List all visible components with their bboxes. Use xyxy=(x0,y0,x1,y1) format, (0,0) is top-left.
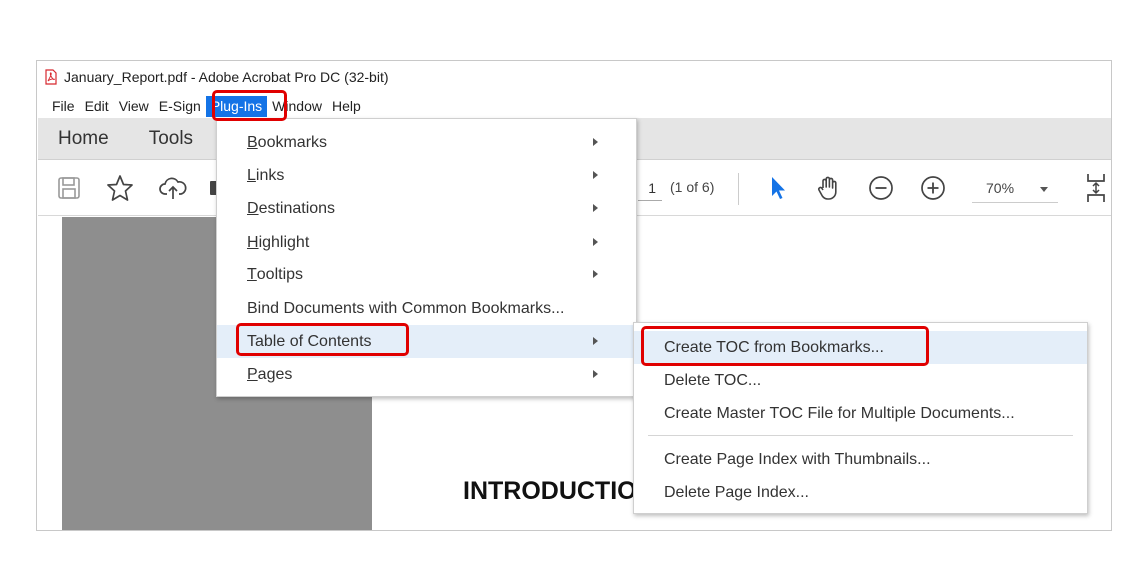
document-heading: INTRODUCTIO xyxy=(463,477,637,505)
plugins-menu: Bookmarks Links Destinations Highlight T… xyxy=(216,118,637,397)
menu-item-highlight[interactable]: Highlight xyxy=(217,226,636,259)
menu-item-bookmarks[interactable]: Bookmarks xyxy=(217,126,636,159)
zoom-in-icon xyxy=(921,176,945,200)
tab-tools[interactable]: Tools xyxy=(129,128,213,150)
zoom-out-button[interactable] xyxy=(866,173,896,203)
menu-help[interactable]: Help xyxy=(327,96,366,117)
menu-item-mnemonic: D xyxy=(247,199,259,217)
chevron-down-icon xyxy=(1040,187,1048,192)
menu-item-label: estinations xyxy=(258,199,336,217)
hand-icon xyxy=(818,176,837,200)
toc-submenu: Create TOC from Bookmarks... Delete TOC.… xyxy=(633,322,1088,514)
zoom-value: 70% xyxy=(986,180,1015,196)
menu-item-pages[interactable]: Pages xyxy=(217,358,636,391)
submenu-arrow-icon xyxy=(593,337,598,345)
menu-item-table-of-contents[interactable]: Table of Contents xyxy=(217,325,636,358)
pdf-file-icon xyxy=(45,69,57,85)
menu-item-label: ages xyxy=(257,365,293,383)
save-icon xyxy=(58,177,80,199)
menu-item-label: Delete Page Index... xyxy=(664,483,809,501)
menu-item-create-master-toc[interactable]: Create Master TOC File for Multiple Docu… xyxy=(634,397,1087,430)
menu-item-delete-page-index[interactable]: Delete Page Index... xyxy=(634,476,1087,509)
menu-item-label: Create Master TOC File for Multiple Docu… xyxy=(664,404,1015,422)
upload-cloud-button[interactable] xyxy=(158,173,188,203)
menu-edit[interactable]: Edit xyxy=(80,96,114,117)
menu-item-mnemonic: B xyxy=(247,133,258,151)
menu-item-create-page-index[interactable]: Create Page Index with Thumbnails... xyxy=(634,443,1087,476)
menu-item-delete-toc[interactable]: Delete TOC... xyxy=(634,364,1087,397)
menu-separator xyxy=(648,435,1073,436)
cloud-upload-icon xyxy=(159,177,187,199)
menu-item-links[interactable]: Links xyxy=(217,159,636,192)
menu-item-label: Table of Contents xyxy=(247,332,372,350)
menu-file[interactable]: File xyxy=(47,96,80,117)
star-icon xyxy=(107,175,133,201)
fit-page-icon xyxy=(1087,174,1105,202)
submenu-arrow-icon xyxy=(593,370,598,378)
menu-item-label: Create TOC from Bookmarks... xyxy=(664,338,884,356)
menu-view[interactable]: View xyxy=(114,96,154,117)
page-count: (1 of 6) xyxy=(670,179,715,195)
page-number-input[interactable]: 1 xyxy=(638,177,662,201)
cursor-arrow-icon xyxy=(772,177,785,199)
menu-item-mnemonic: H xyxy=(247,233,259,251)
menu-item-tooltips[interactable]: Tooltips xyxy=(217,258,636,291)
menu-item-mnemonic: P xyxy=(247,365,258,383)
submenu-arrow-icon xyxy=(593,138,598,146)
submenu-arrow-icon xyxy=(593,270,598,278)
menu-item-label: Bind Documents with Common Bookmarks... xyxy=(247,299,565,317)
fit-page-button[interactable] xyxy=(1080,173,1111,203)
menu-item-label: Delete TOC... xyxy=(664,371,762,389)
select-tool-button[interactable] xyxy=(763,173,793,203)
hand-tool-button[interactable] xyxy=(814,173,844,203)
menu-item-bind-documents[interactable]: Bind Documents with Common Bookmarks... xyxy=(217,292,636,325)
menu-item-mnemonic: T xyxy=(247,265,257,283)
submenu-arrow-icon xyxy=(593,204,598,212)
menu-plug-ins[interactable]: Plug-Ins xyxy=(205,95,268,117)
menu-bar: File Edit View E-Sign Plug-Ins Window He… xyxy=(37,94,366,118)
submenu-arrow-icon xyxy=(593,238,598,246)
menu-item-label: Create Page Index with Thumbnails... xyxy=(664,450,931,468)
menu-item-create-toc-from-bookmarks[interactable]: Create TOC from Bookmarks... xyxy=(634,331,1087,364)
zoom-in-button[interactable] xyxy=(918,173,948,203)
menu-item-destinations[interactable]: Destinations xyxy=(217,192,636,225)
menu-item-label: ookmarks xyxy=(257,133,328,151)
menu-item-label: ighlight xyxy=(258,233,310,251)
menu-item-label: inks xyxy=(255,166,285,184)
title-bar: January_Report.pdf - Adobe Acrobat Pro D… xyxy=(37,61,1111,93)
zoom-out-icon xyxy=(869,176,893,200)
menu-e-sign[interactable]: E-Sign xyxy=(154,96,206,117)
window-title: January_Report.pdf - Adobe Acrobat Pro D… xyxy=(64,69,389,85)
toolbar-divider xyxy=(738,173,739,205)
menu-item-mnemonic: L xyxy=(247,166,256,184)
menu-item-label: ooltips xyxy=(256,265,304,283)
save-button[interactable] xyxy=(54,173,84,203)
menu-window[interactable]: Window xyxy=(267,96,327,117)
submenu-arrow-icon xyxy=(593,171,598,179)
bookmark-star-button[interactable] xyxy=(105,173,135,203)
tab-home[interactable]: Home xyxy=(38,128,129,150)
zoom-select[interactable]: 70% xyxy=(972,177,1058,203)
